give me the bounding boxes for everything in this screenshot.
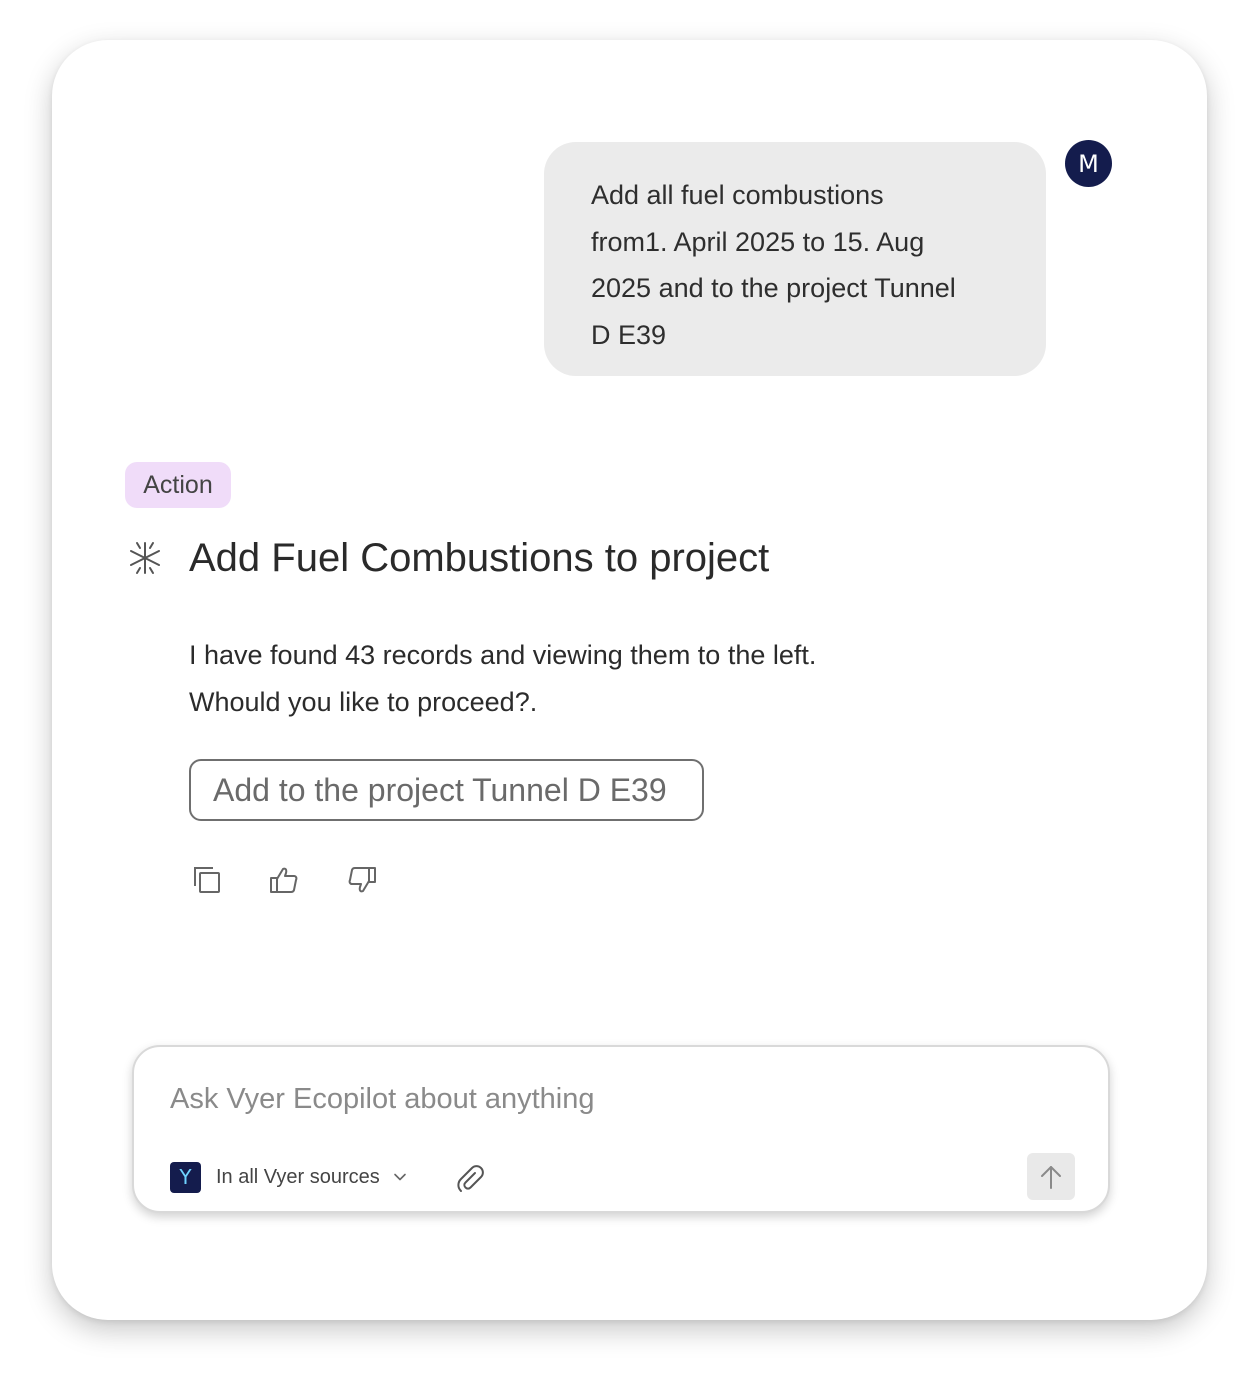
action-title: Add Fuel Combustions to project xyxy=(189,536,770,580)
add-to-project-button[interactable]: Add to the project Tunnel D E39 xyxy=(189,759,704,821)
vyer-logo-icon: Y xyxy=(170,1161,201,1193)
send-button[interactable] xyxy=(1027,1153,1075,1200)
chat-composer: Y In all Vyer sources xyxy=(132,1045,1110,1213)
user-message-line: 2025 and to the project Tunnel xyxy=(591,273,956,303)
user-message-line: from1. April 2025 to 15. Aug xyxy=(591,226,925,257)
response-line: Whould you like to proceed?. xyxy=(189,686,538,717)
chevron-down-icon xyxy=(392,1169,408,1185)
user-message-line: D E39 xyxy=(591,319,667,350)
sparkle-asterisk-icon xyxy=(127,540,163,576)
copy-icon[interactable] xyxy=(189,862,225,898)
response-line: I have found 43 records and viewing them… xyxy=(189,640,817,670)
thumbs-down-icon[interactable] xyxy=(344,862,380,898)
thumbs-up-icon[interactable] xyxy=(266,862,302,898)
source-selector[interactable]: Y In all Vyer sources xyxy=(170,1161,408,1193)
chat-input[interactable] xyxy=(170,1079,1050,1119)
source-selector-label: In all Vyer sources xyxy=(216,1165,380,1188)
assistant-response: I have found 43 records and viewing them… xyxy=(189,632,816,725)
paperclip-icon[interactable] xyxy=(452,1160,488,1196)
user-message-line: Add all fuel combustions xyxy=(591,180,884,210)
action-badge: Action xyxy=(125,462,231,508)
user-avatar: M xyxy=(1065,140,1112,187)
arrow-up-icon xyxy=(1039,1164,1063,1190)
chat-panel: M Add all fuel combustions from1. April … xyxy=(52,40,1207,1320)
user-message-bubble: Add all fuel combustions from1. April 20… xyxy=(544,142,1046,376)
